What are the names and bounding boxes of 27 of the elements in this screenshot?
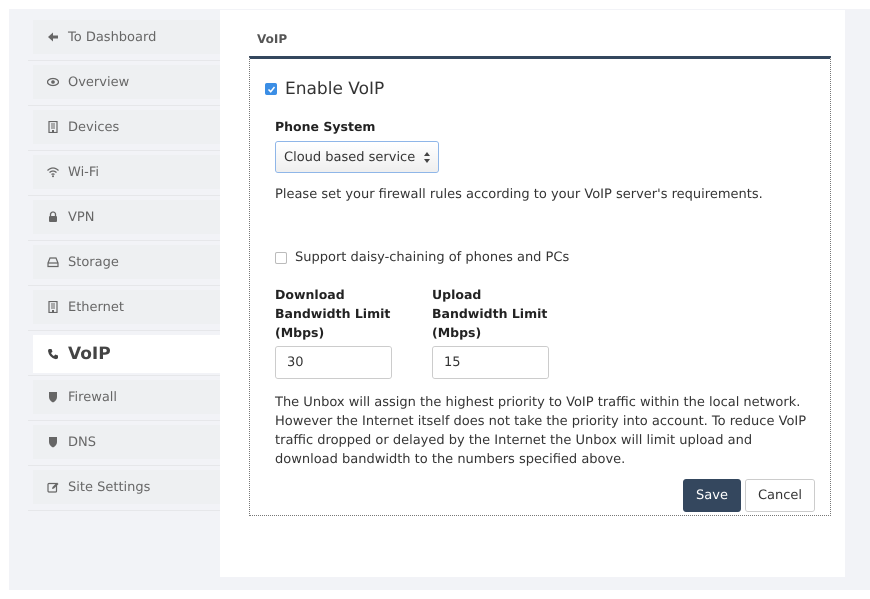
save-button[interactable]: Save (683, 479, 741, 512)
building-icon (47, 121, 59, 133)
phone-system-select[interactable]: Cloud based service (275, 141, 439, 173)
wifi-icon (47, 166, 59, 178)
cancel-button[interactable]: Cancel (744, 479, 815, 512)
checkbox[interactable] (265, 83, 277, 95)
checkbox[interactable] (275, 252, 287, 264)
checkbox-label: Support daisy-chaining of phones and PCs (295, 250, 570, 265)
field-label: Download Bandwidth Limit (Mbps) (275, 286, 392, 342)
section-title: VoIP (256, 32, 288, 48)
building-icon (47, 301, 59, 313)
lock-icon (47, 211, 59, 223)
shield-icon (47, 436, 59, 448)
field-label: Phone System (275, 118, 376, 136)
input-field[interactable]: 15 (432, 346, 549, 379)
edit-icon (47, 481, 59, 493)
updown-caret-icon (424, 152, 430, 162)
phone-icon (47, 348, 59, 360)
eye-icon (47, 76, 59, 88)
description: The Unbox will assign the highest priority to VoIP traffic within the local network. However the Internet itself does not take the priority into account. To reduce VoIP traffic dropped or delayed by the Internet the Unbox will limit upload and download bandwidth to the numbers specified above. (275, 394, 808, 469)
field-label: Upload Bandwidth Limit (Mbps) (432, 286, 548, 342)
input-field[interactable]: 30 (275, 346, 392, 379)
arrow-left-icon (47, 31, 59, 43)
hard-drive-icon (47, 256, 59, 268)
shield-icon (47, 391, 59, 403)
firewall-note: Please set your firewall rules according to your VoIP server's requirements. (275, 186, 764, 204)
checkbox-label: Enable VoIP (285, 79, 384, 99)
